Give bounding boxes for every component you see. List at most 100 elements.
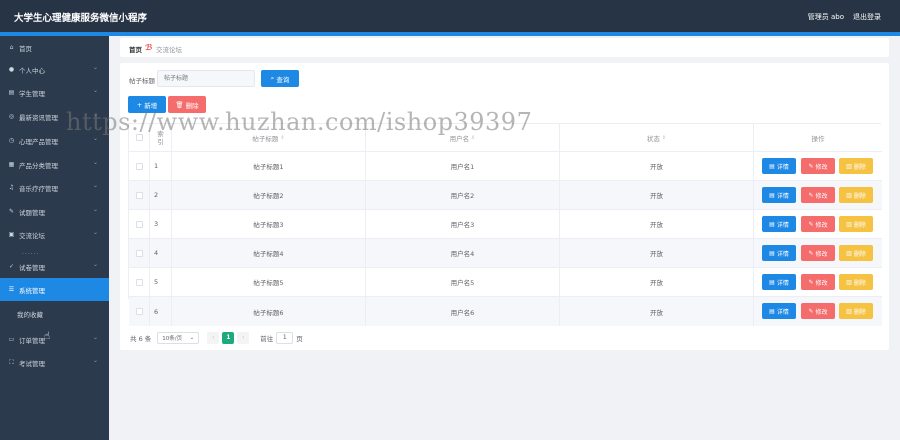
breadcrumb-separator-icon: ℬ bbox=[145, 43, 153, 52]
search-input[interactable] bbox=[157, 70, 255, 87]
detail-icon: ▤ bbox=[769, 249, 775, 257]
row-checkbox[interactable] bbox=[135, 162, 143, 170]
header-index: 索 引 bbox=[150, 124, 172, 151]
table-row: 6 帖子标题6 用户名6 开放 ▤ 详情 ✎ 修改 ▥ 删除 bbox=[129, 297, 882, 326]
exam-icon: ✎ bbox=[8, 208, 15, 215]
row-index: 2 bbox=[150, 181, 172, 209]
edit-icon: ✎ bbox=[808, 278, 814, 286]
row-checkbox[interactable] bbox=[135, 278, 143, 286]
chevron-right-icon: › bbox=[242, 334, 245, 341]
detail-button[interactable]: ▤ 详情 bbox=[762, 187, 796, 203]
sidebar-item-label: 订单管理 bbox=[19, 337, 45, 345]
delete-button[interactable]: ▥ 删除 bbox=[839, 303, 873, 319]
row-title: 帖子标题1 bbox=[172, 152, 366, 180]
goto-page-input[interactable] bbox=[276, 331, 294, 344]
edit-icon: ✎ bbox=[808, 249, 814, 257]
sidebar-item-home[interactable]: ⌂ 首页 bbox=[0, 36, 109, 59]
detail-button[interactable]: ▤ 详情 bbox=[762, 158, 796, 174]
chevron-down-icon: ⌄ bbox=[92, 64, 98, 71]
row-checkbox[interactable] bbox=[135, 191, 143, 199]
next-page-button[interactable]: › bbox=[237, 331, 250, 344]
detail-button[interactable]: ▤ 详情 bbox=[762, 245, 796, 261]
edit-button[interactable]: ✎ 修改 bbox=[801, 216, 835, 232]
row-user: 用户名6 bbox=[366, 297, 560, 326]
edit-button[interactable]: ✎ 修改 bbox=[801, 158, 835, 174]
sidebar-item-students[interactable]: ▤ 学生管理 ⌄ bbox=[0, 81, 109, 104]
header-user[interactable]: 用户名 ⇕ bbox=[366, 124, 560, 151]
delete-label: 删除 bbox=[853, 192, 866, 200]
goto-label: 前往 bbox=[260, 334, 274, 343]
sidebar-item-news[interactable]: ◎ 最新资讯管理 ⌄ bbox=[0, 105, 109, 128]
sidebar-item-forum[interactable]: ▣ 交流论坛 ⌄ bbox=[0, 223, 109, 246]
sidebar-item-music-therapy[interactable]: ♫ 音乐疗疗管理 ⌄ bbox=[0, 176, 109, 199]
add-button[interactable]: + 新增 bbox=[128, 96, 166, 113]
edit-button[interactable]: ✎ 修改 bbox=[801, 187, 835, 203]
header-title[interactable]: 帖子标题 ⇕ bbox=[172, 124, 366, 151]
header-ops: 操作 bbox=[754, 124, 882, 151]
sidebar-item-system[interactable]: ☰ 系统管理 bbox=[0, 278, 109, 301]
edit-button[interactable]: ✎ 修改 bbox=[801, 245, 835, 261]
home-icon: ⌂ bbox=[9, 44, 14, 51]
submenu-item-label: 我的收藏 bbox=[17, 311, 43, 319]
page-size-select[interactable]: 10条/页 ⌄ bbox=[157, 331, 200, 344]
row-checkbox[interactable] bbox=[135, 308, 143, 315]
select-all-checkbox[interactable] bbox=[135, 134, 143, 141]
sidebar-item-papers[interactable]: ✓ 试卷管理 ⌄ bbox=[0, 255, 109, 278]
detail-button[interactable]: ▤ 详情 bbox=[762, 303, 796, 319]
news-icon: ◎ bbox=[8, 113, 15, 120]
delete-button[interactable]: ▥ 删除 bbox=[839, 274, 873, 290]
row-checkbox[interactable] bbox=[135, 249, 143, 257]
sidebar-item-orders[interactable]: ▭ 订单管理 ⌄ bbox=[0, 328, 109, 351]
logout-link[interactable]: 退出登录 bbox=[853, 12, 881, 22]
breadcrumb-current: 交流论坛 bbox=[156, 46, 182, 54]
sidebar: ⌂ 首页 ● 个人中心 ⌄ ▤ 学生管理 ⌄ ◎ 最新资讯管理 ⌄ ◷ 心理产品… bbox=[0, 36, 109, 440]
sidebar-item-personal-center[interactable]: ● 个人中心 ⌄ bbox=[0, 58, 109, 81]
edit-icon: ✎ bbox=[808, 307, 814, 315]
category-icon: ▦ bbox=[8, 161, 15, 168]
delete-button[interactable]: ▥ 删除 bbox=[839, 187, 873, 203]
system-icon: ☰ bbox=[8, 286, 15, 293]
edit-icon: ✎ bbox=[808, 162, 814, 170]
detail-label: 详情 bbox=[776, 192, 789, 200]
detail-label: 详情 bbox=[776, 250, 789, 258]
bulk-delete-button[interactable]: 🗑 删除 bbox=[168, 96, 206, 113]
row-checkbox[interactable] bbox=[135, 220, 143, 228]
sidebar-item-label: 音乐疗疗管理 bbox=[19, 185, 58, 193]
sidebar-item-questions[interactable]: ✎ 试题管理 ⌄ bbox=[0, 200, 109, 223]
query-button[interactable]: ⌕ 查询 bbox=[261, 70, 299, 87]
detail-button[interactable]: ▤ 详情 bbox=[762, 216, 796, 232]
page-size-value: 10条/页 bbox=[162, 335, 183, 342]
delete-label: 删除 bbox=[853, 250, 866, 258]
edit-button[interactable]: ✎ 修改 bbox=[801, 303, 835, 319]
search-icon: ⌕ bbox=[270, 74, 275, 82]
row-user: 用户名2 bbox=[366, 181, 560, 209]
delete-button[interactable]: ▥ 删除 bbox=[839, 245, 873, 261]
prev-page-button[interactable]: ‹ bbox=[207, 331, 220, 344]
row-title: 帖子标题5 bbox=[172, 268, 366, 296]
detail-icon: ▤ bbox=[769, 278, 775, 286]
page-unit-label: 页 bbox=[296, 334, 303, 343]
row-title: 帖子标题4 bbox=[172, 239, 366, 267]
trash-icon: ▥ bbox=[846, 249, 852, 257]
delete-button[interactable]: ▥ 删除 bbox=[839, 158, 873, 174]
row-status: 开放 bbox=[560, 239, 754, 267]
trash-icon: ▥ bbox=[846, 220, 852, 228]
breadcrumb-home[interactable]: 首页 bbox=[129, 44, 142, 54]
page-number-button[interactable]: 1 bbox=[222, 331, 235, 344]
sidebar-item-label: 心理产品管理 bbox=[19, 138, 58, 146]
sidebar-item-label: 首页 bbox=[19, 45, 32, 53]
edit-button[interactable]: ✎ 修改 bbox=[801, 274, 835, 290]
detail-button[interactable]: ▤ 详情 bbox=[762, 274, 796, 290]
header-status[interactable]: 状态 ⇕ bbox=[560, 124, 754, 151]
edit-label: 修改 bbox=[815, 308, 828, 316]
top-bar: 大学生心理健康服务微信小程序 管理员 abo 退出登录 bbox=[0, 0, 900, 32]
delete-button[interactable]: ▥ 删除 bbox=[839, 216, 873, 232]
trash-icon: ▥ bbox=[846, 191, 852, 199]
sidebar-item-exams[interactable]: ⛶ 考试管理 ⌄ bbox=[0, 351, 109, 374]
sidebar-item-psych-products[interactable]: ◷ 心理产品管理 ⌄ bbox=[0, 129, 109, 152]
submenu-item-favorites[interactable]: 我的收藏 bbox=[0, 303, 109, 323]
trash-icon: 🗑 bbox=[175, 100, 184, 109]
row-index: 3 bbox=[150, 210, 172, 238]
sidebar-item-product-category[interactable]: ▦ 产品分类管理 ⌄ bbox=[0, 153, 109, 176]
edit-label: 修改 bbox=[815, 192, 828, 200]
